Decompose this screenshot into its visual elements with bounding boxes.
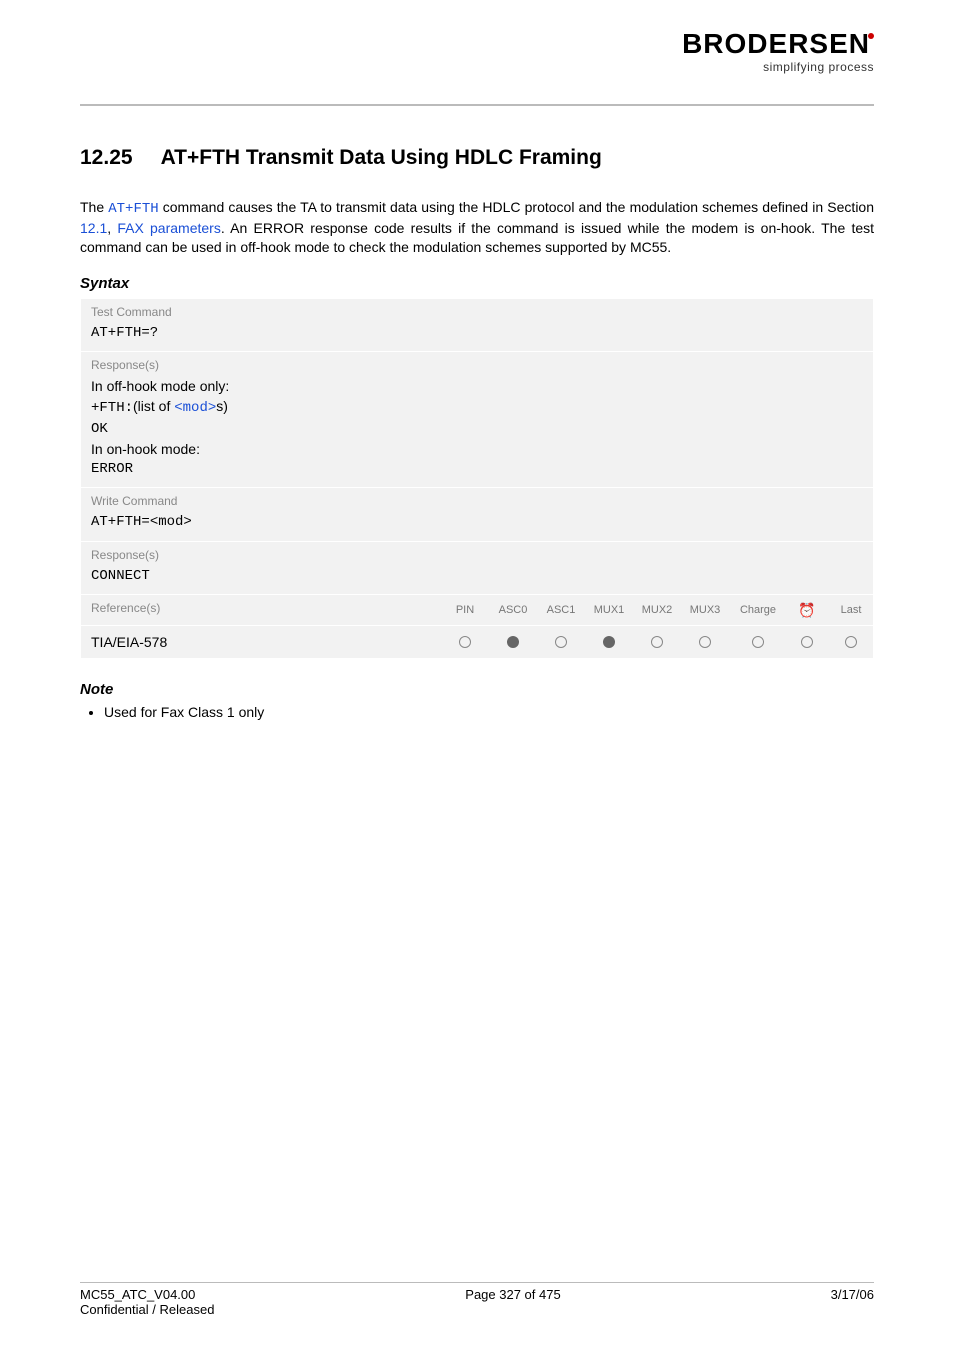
test-command-value: AT+FTH=? [91,323,863,343]
capability-header-grid: PIN ASC0 ASC1 MUX1 MUX2 MUX3 Charge ⏰ La… [441,602,875,619]
col-mux2: MUX2 [633,604,681,616]
dot-asc1 [537,636,585,648]
col-mux1: MUX1 [585,604,633,616]
col-pin: PIN [441,604,489,616]
dot-alarm [787,636,827,648]
reference-value: TIA/EIA-578 [91,632,441,652]
test-command-row: Test Command AT+FTH=? [81,299,873,351]
intro-text: The [80,199,108,215]
test-command-header: Test Command [91,305,863,319]
page-header: BRODERSEN simplifying process [80,30,874,100]
page: BRODERSEN simplifying process 12.25 AT+FT… [0,0,954,1351]
response-ok: OK [91,419,863,439]
intro-text: , [107,220,117,236]
brand-logo-text: BRODERSEN [682,30,874,58]
brand-name: BRODERSEN [682,28,870,59]
circle-filled-icon [507,636,519,648]
at-command-link[interactable]: AT+FTH [108,201,158,217]
fth-prefix: +FTH: [91,400,133,416]
note-section: Note Used for Fax Class 1 only [80,681,874,720]
response-error: ERROR [91,459,863,479]
circle-open-icon [845,636,857,648]
write-command-header: Write Command [91,494,863,508]
note-label: Note [80,681,874,698]
footer-date: 3/17/06 [831,1287,874,1302]
reference-value-row: TIA/EIA-578 [81,625,873,658]
col-last: Last [827,604,875,616]
content-area: 12.25 AT+FTH Transmit Data Using HDLC Fra… [80,106,874,720]
circle-open-icon [699,636,711,648]
dot-last [827,636,875,648]
footer-divider [80,1282,874,1283]
mod-param-link[interactable]: <mod> [174,400,216,416]
dot-asc0 [489,636,537,648]
write-cmd-prefix: AT+FTH= [91,514,150,530]
response-line: In off-hook mode only: [91,376,863,396]
dot-mux3 [681,636,729,648]
intro-paragraph: The AT+FTH command causes the TA to tran… [80,198,874,257]
dot-pin [441,636,489,648]
col-asc1: ASC1 [537,604,585,616]
syntax-box: Test Command AT+FTH=? Response(s) In off… [80,298,874,660]
circle-open-icon [555,636,567,648]
response-header: Response(s) [91,548,863,562]
write-command-value: AT+FTH=<mod> [91,512,863,532]
response-connect: CONNECT [91,566,863,586]
note-item: Used for Fax Class 1 only [104,704,874,720]
brand-logo: BRODERSEN simplifying process [682,30,874,74]
alarm-icon: ⏰ [787,602,827,619]
mod-param-link[interactable]: <mod> [150,514,192,530]
footer-doc-id: MC55_ATC_V04.00 [80,1287,195,1302]
write-response-row: Response(s) CONNECT [81,541,873,594]
circle-filled-icon [603,636,615,648]
footer-classification: Confidential / Released [80,1302,874,1317]
intro-text: command causes the TA to transmit data u… [159,199,874,215]
page-footer: MC55_ATC_V04.00 Page 327 of 475 3/17/06 … [80,1282,874,1317]
brand-tagline: simplifying process [682,60,874,74]
test-response-row: Response(s) In off-hook mode only: +FTH:… [81,351,873,487]
col-mux3: MUX3 [681,604,729,616]
section-heading: 12.25 AT+FTH Transmit Data Using HDLC Fra… [80,146,874,170]
response-line: +FTH:(list of <mod>s) [91,396,863,418]
write-command-row: Write Command AT+FTH=<mod> [81,487,873,540]
response-text: (list of [133,398,174,414]
dot-mux2 [633,636,681,648]
reference-header: Reference(s) [91,601,441,615]
footer-page-number: Page 327 of 475 [465,1287,560,1302]
circle-open-icon [752,636,764,648]
note-list: Used for Fax Class 1 only [104,704,874,720]
fax-params-link[interactable]: FAX parameters [117,220,220,236]
dot-charge [729,636,787,648]
syntax-label: Syntax [80,275,874,292]
brand-dot-icon [868,33,874,39]
response-text: s) [216,398,228,414]
footer-line-1: MC55_ATC_V04.00 Page 327 of 475 3/17/06 [80,1287,874,1302]
section-ref-link[interactable]: 12.1 [80,220,107,236]
section-title-text: AT+FTH Transmit Data Using HDLC Framing [161,146,602,169]
circle-open-icon [459,636,471,648]
circle-open-icon [801,636,813,648]
circle-open-icon [651,636,663,648]
reference-header-row: Reference(s) PIN ASC0 ASC1 MUX1 MUX2 MUX… [81,594,873,625]
col-charge: Charge [729,604,787,616]
dot-mux1 [585,636,633,648]
col-asc0: ASC0 [489,604,537,616]
response-line: In on-hook mode: [91,439,863,459]
section-number: 12.25 [80,146,133,170]
response-header: Response(s) [91,358,863,372]
capability-value-grid [441,636,875,648]
